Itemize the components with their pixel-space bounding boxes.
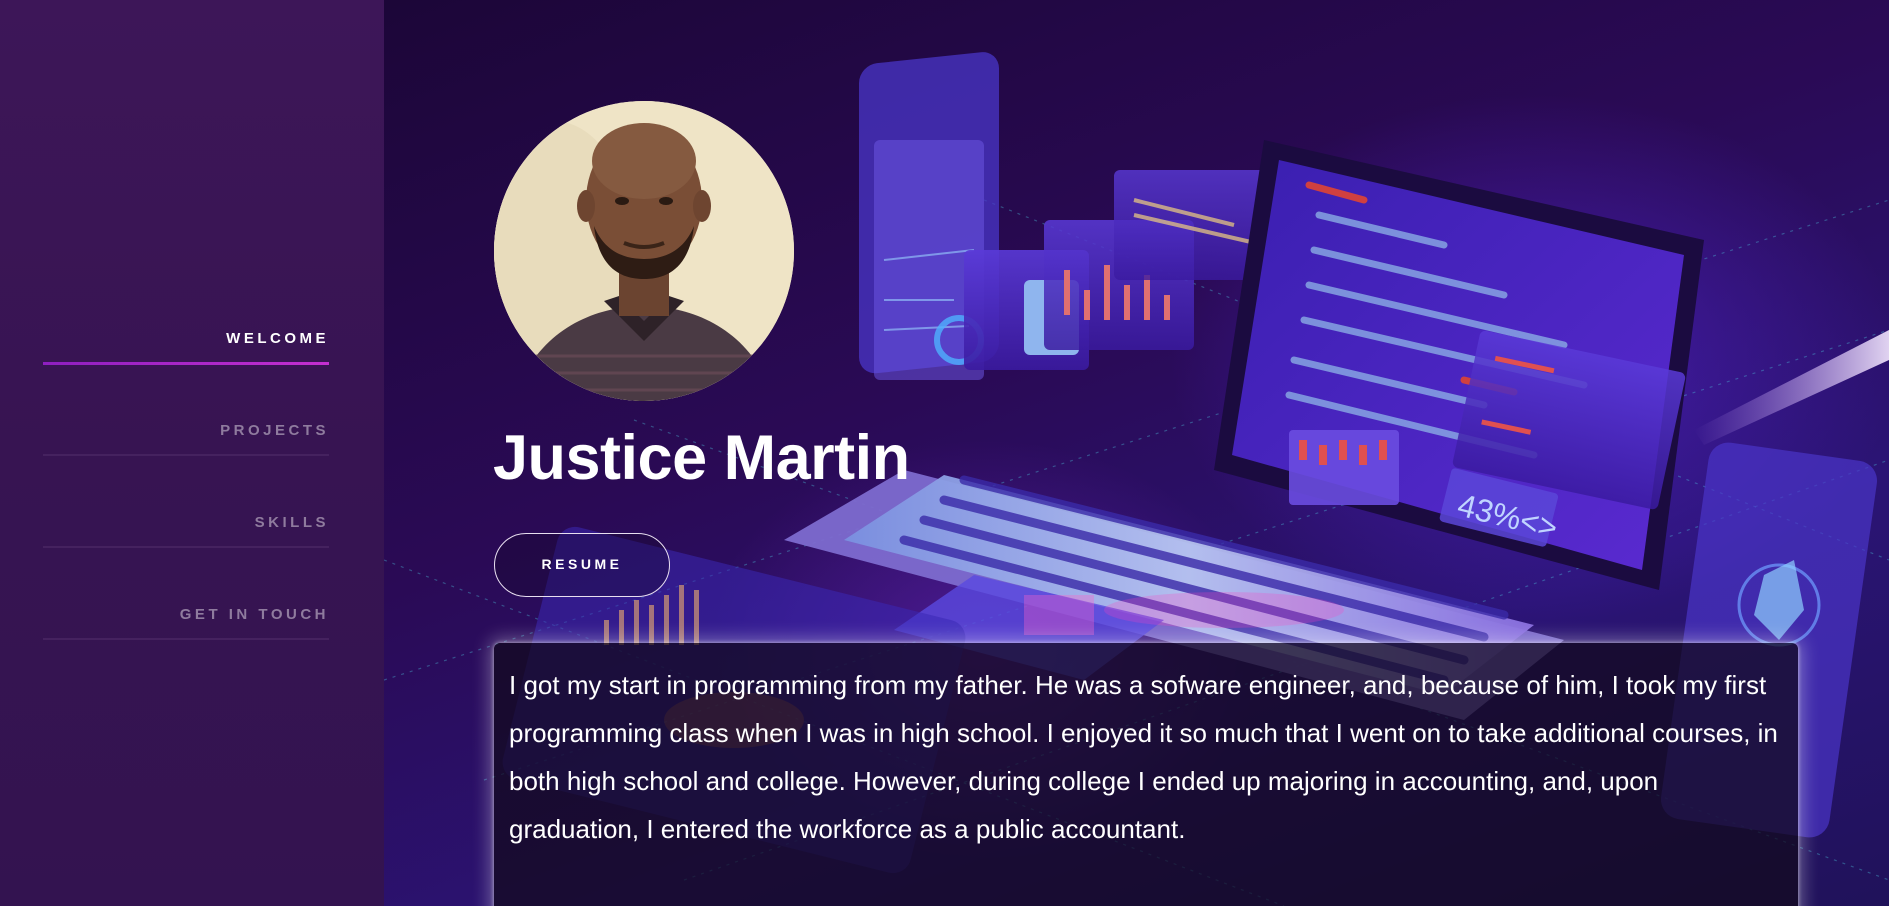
nav-underline [43, 454, 329, 456]
profile-portrait [494, 101, 794, 401]
nav-item-label: GET IN TOUCH [179, 606, 329, 623]
nav-item-label: PROJECTS [220, 422, 329, 439]
nav-item-label: SKILLS [254, 514, 329, 531]
resume-button[interactable]: RESUME [494, 533, 670, 597]
nav-item-welcome[interactable]: WELCOME [43, 322, 329, 414]
nav-item-skills[interactable]: SKILLS [43, 506, 329, 598]
nav-underline [43, 546, 329, 548]
bio-card: I got my start in programming from my fa… [494, 643, 1798, 906]
nav-item-label: WELCOME [226, 330, 329, 347]
nav-underline-active [43, 362, 329, 365]
nav-underline [43, 638, 329, 640]
sidebar: WELCOME PROJECTS SKILLS GET IN TOUCH [0, 0, 384, 906]
nav-item-projects[interactable]: PROJECTS [43, 414, 329, 506]
main-nav: WELCOME PROJECTS SKILLS GET IN TOUCH [43, 322, 329, 690]
bio-text: I got my start in programming from my fa… [509, 670, 1778, 844]
portfolio-page: WELCOME PROJECTS SKILLS GET IN TOUCH 43%… [0, 0, 1889, 906]
hero-name: Justice Martin [493, 423, 910, 493]
nav-item-get-in-touch[interactable]: GET IN TOUCH [43, 598, 329, 690]
profile-photo [494, 101, 794, 401]
